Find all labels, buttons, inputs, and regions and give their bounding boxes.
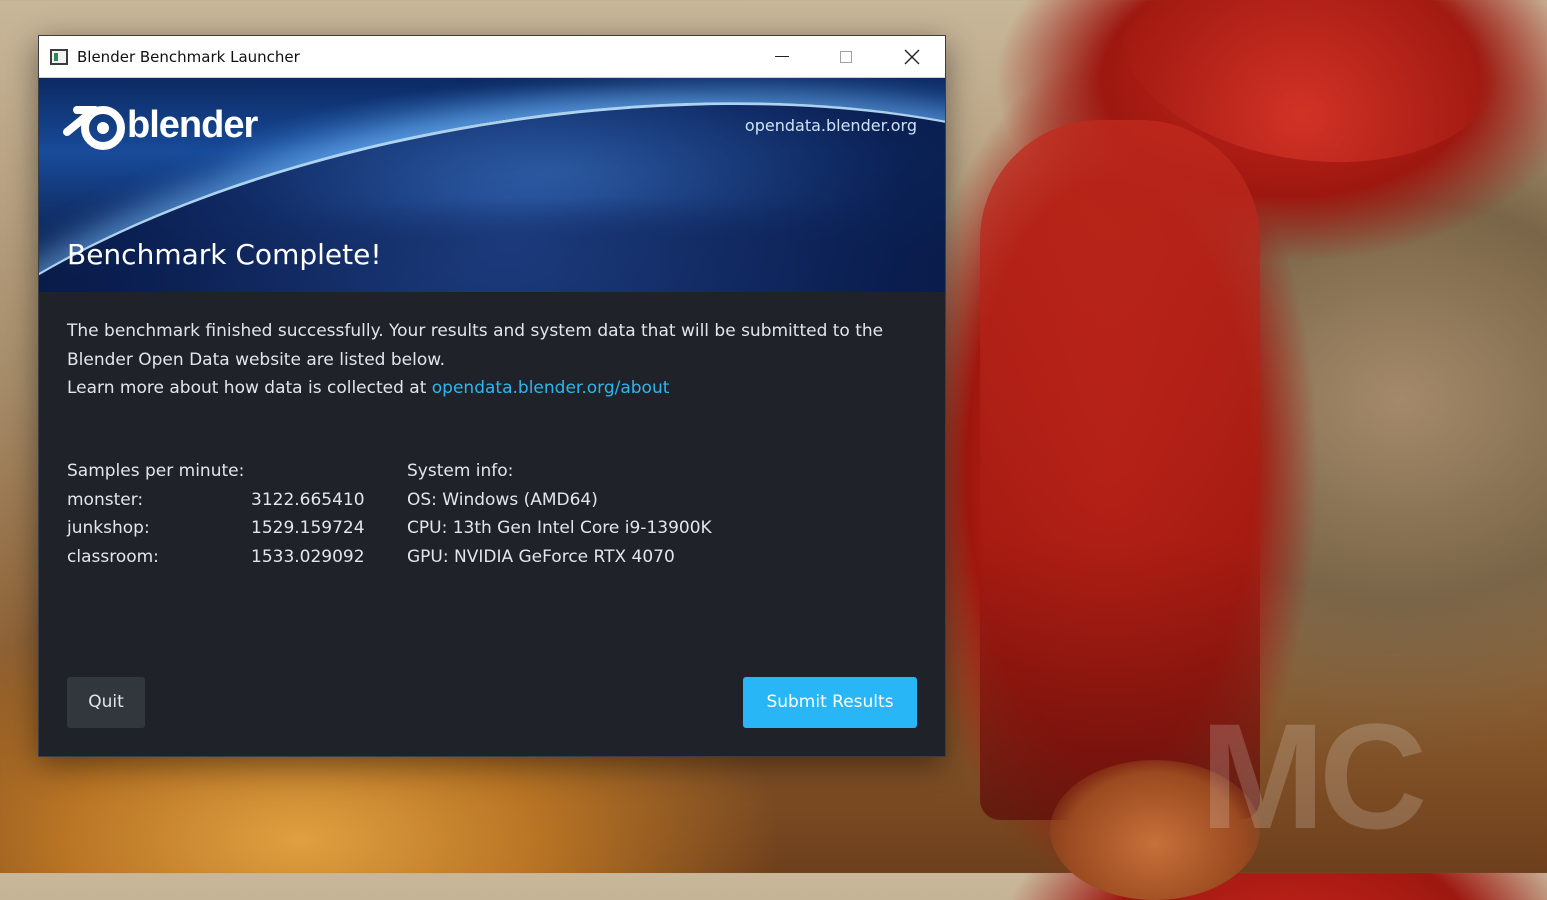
close-icon (904, 49, 920, 64)
results-header: Samples per minute: (67, 461, 245, 481)
result-label-monster: monster: (67, 489, 144, 510)
submit-results-button[interactable]: Submit Results (743, 677, 917, 728)
stats-area: Samples per minute: monster: junkshop: c… (67, 457, 712, 571)
about-link[interactable]: opendata.blender.org/about (432, 378, 670, 398)
window-title: Blender Benchmark Launcher (77, 47, 300, 66)
wallpaper-watermark: MC (1200, 692, 1427, 860)
blender-logo: blender (63, 96, 258, 154)
results-values: 3122.665410 1529.159724 1533.029092 (251, 457, 407, 571)
minimize-button[interactable] (750, 36, 814, 77)
blender-logo-text: blender (127, 103, 258, 146)
system-info-header: System info: (407, 461, 514, 481)
app-icon (50, 48, 68, 65)
quit-button[interactable]: Quit (67, 677, 145, 728)
result-value-monster: 3122.665410 (251, 489, 365, 510)
close-button[interactable] (880, 36, 944, 77)
results-labels: Samples per minute: monster: junkshop: c… (67, 457, 251, 571)
system-cpu: CPU: 13th Gen Intel Core i9-13900K (407, 518, 712, 538)
opendata-site-link[interactable]: opendata.blender.org (745, 116, 917, 135)
system-os: OS: Windows (AMD64) (407, 489, 598, 510)
minimize-icon (775, 56, 789, 57)
result-label-classroom: classroom: (67, 546, 159, 567)
blender-logo-icon (63, 106, 125, 150)
message-line-3: Learn more about how data is collected a… (67, 374, 917, 403)
title-bar[interactable]: Blender Benchmark Launcher (39, 36, 945, 78)
system-gpu: GPU: NVIDIA GeForce RTX 4070 (407, 546, 675, 567)
maximize-icon (840, 50, 852, 63)
results-panel: The benchmark finished successfully. You… (39, 292, 945, 782)
page-title: Benchmark Complete! (67, 238, 382, 271)
system-info: System info: OS: Windows (AMD64) CPU: 13… (407, 457, 712, 571)
maximize-button[interactable] (814, 36, 878, 77)
message-line-1: The benchmark finished successfully. You… (67, 321, 884, 341)
header-banner: blender opendata.blender.org Benchmark C… (39, 78, 945, 292)
result-label-junkshop: junkshop: (67, 518, 150, 538)
result-value-junkshop: 1529.159724 (251, 518, 365, 538)
benchmark-launcher-window: Blender Benchmark Launcher blender opend… (38, 35, 946, 757)
result-value-classroom: 1533.029092 (251, 546, 365, 567)
message-line-2: Blender Open Data website are listed bel… (67, 349, 445, 370)
message-line-3-prefix: Learn more about how data is collected a… (67, 378, 432, 398)
